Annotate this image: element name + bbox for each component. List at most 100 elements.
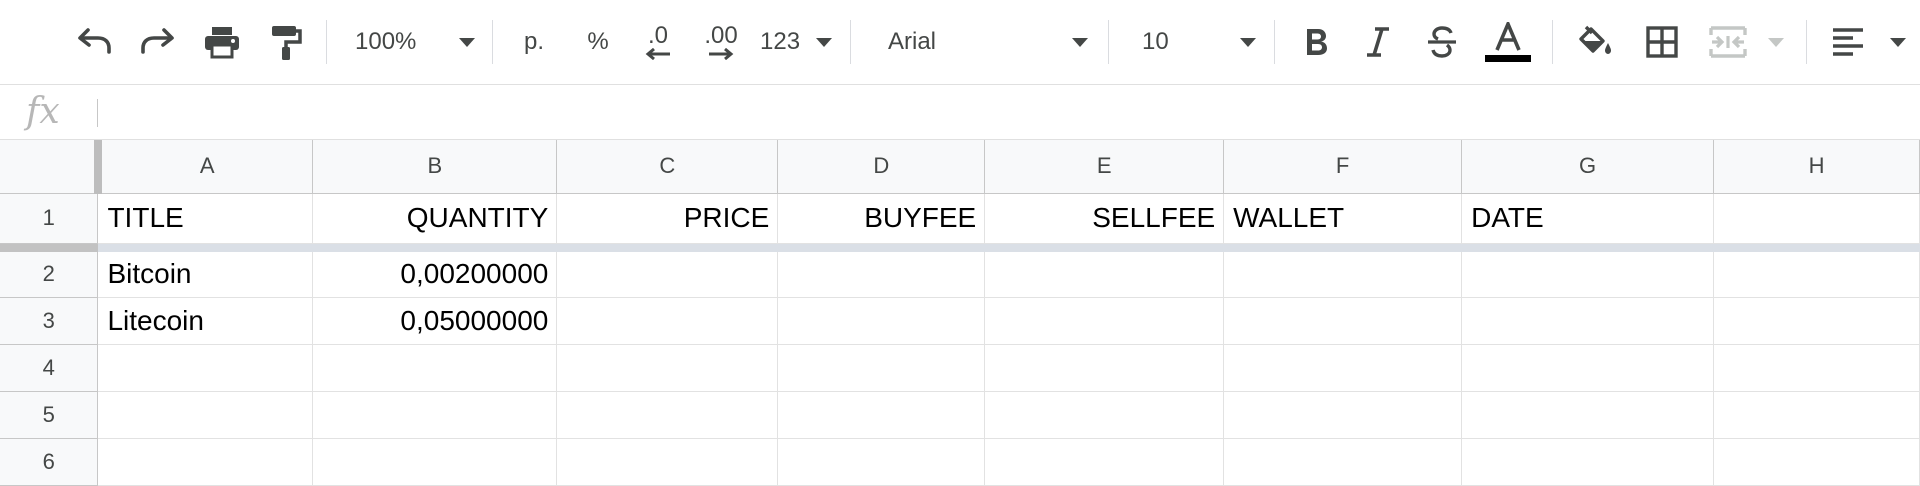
cell[interactable] — [312, 391, 558, 439]
cell[interactable] — [1461, 252, 1715, 298]
currency-format-button[interactable]: p. — [518, 22, 550, 62]
row-header[interactable]: 3 — [0, 297, 99, 345]
chevron-down-icon — [1768, 37, 1784, 47]
row-header[interactable]: 2 — [0, 252, 99, 298]
column-header-f[interactable]: F — [1223, 140, 1463, 194]
column-header-h[interactable]: H — [1713, 140, 1920, 194]
formula-input[interactable] — [112, 93, 1910, 133]
row-header[interactable]: 5 — [0, 391, 99, 439]
paint-format-button[interactable] — [264, 22, 308, 62]
italic-icon — [1367, 27, 1389, 57]
decrease-decimals-button[interactable]: .0 — [636, 22, 680, 62]
row-header[interactable]: 6 — [0, 438, 99, 486]
cell[interactable] — [1223, 297, 1463, 345]
cell[interactable] — [984, 297, 1225, 345]
percent-format-button[interactable]: % — [582, 22, 614, 62]
horizontal-align-button[interactable] — [1830, 22, 1906, 62]
cell[interactable] — [312, 344, 558, 392]
cell[interactable] — [97, 344, 314, 392]
cell[interactable]: DATE — [1461, 193, 1715, 244]
cell[interactable] — [777, 344, 986, 392]
cell[interactable] — [556, 391, 779, 439]
cell[interactable] — [777, 438, 986, 486]
cell[interactable] — [984, 391, 1225, 439]
strikethrough-button[interactable] — [1422, 22, 1462, 62]
cell[interactable]: BUYFEE — [777, 193, 986, 244]
cell[interactable] — [1461, 438, 1715, 486]
print-button[interactable] — [200, 22, 244, 62]
cell[interactable] — [1461, 391, 1715, 439]
borders-button[interactable] — [1640, 22, 1684, 62]
cell[interactable] — [556, 344, 779, 392]
sheet-table: A B C D E F G H 1 TITLE QUANTITY PRICE B… — [0, 140, 1920, 486]
cell[interactable] — [1713, 297, 1920, 345]
fill-color-button[interactable] — [1572, 22, 1618, 62]
cell[interactable]: QUANTITY — [312, 193, 558, 244]
cell[interactable] — [312, 438, 558, 486]
font-size-select[interactable]: 10 — [1142, 22, 1256, 62]
borders-icon — [1646, 26, 1678, 58]
cell[interactable] — [1713, 193, 1920, 244]
italic-button[interactable] — [1358, 22, 1398, 62]
cell[interactable] — [984, 344, 1225, 392]
frozen-row-divider[interactable] — [0, 243, 1920, 252]
align-left-icon — [1833, 28, 1863, 56]
cell[interactable]: Bitcoin — [97, 252, 314, 298]
column-header-g[interactable]: G — [1461, 140, 1715, 194]
row-header[interactable]: 4 — [0, 344, 99, 392]
increase-decimals-button[interactable]: .00 — [698, 22, 744, 62]
cell[interactable] — [97, 438, 314, 486]
cell[interactable]: Litecoin — [97, 297, 314, 345]
column-header-c[interactable]: C — [556, 140, 779, 194]
column-header-e[interactable]: E — [984, 140, 1225, 194]
cell[interactable] — [556, 252, 779, 298]
bold-button[interactable] — [1296, 22, 1336, 62]
formula-divider — [97, 99, 98, 127]
more-formats-select[interactable]: 123 — [760, 22, 832, 62]
column-header-b[interactable]: B — [312, 140, 558, 194]
cell[interactable] — [1223, 391, 1463, 439]
cell[interactable] — [1713, 252, 1920, 298]
cell[interactable]: WALLET — [1223, 193, 1463, 244]
cell[interactable] — [1713, 438, 1920, 486]
cell[interactable] — [97, 391, 314, 439]
cell[interactable] — [556, 438, 779, 486]
text-color-button[interactable] — [1484, 22, 1532, 62]
strikethrough-icon — [1428, 26, 1456, 58]
column-header-a[interactable]: A — [97, 140, 314, 194]
cell[interactable] — [556, 297, 779, 345]
cell[interactable] — [1713, 344, 1920, 392]
cell[interactable] — [984, 438, 1225, 486]
chevron-down-icon — [1240, 37, 1256, 47]
cell[interactable] — [1713, 391, 1920, 439]
cell[interactable] — [1223, 438, 1463, 486]
chevron-down-icon — [1072, 37, 1088, 47]
cell[interactable] — [1223, 252, 1463, 298]
cell[interactable] — [1461, 344, 1715, 392]
text-color-swatch — [1485, 55, 1531, 62]
cell[interactable] — [777, 391, 986, 439]
cell[interactable]: PRICE — [556, 193, 779, 244]
column-header-d[interactable]: D — [777, 140, 986, 194]
zoom-select[interactable]: 100% — [355, 22, 475, 62]
cell[interactable] — [777, 297, 986, 345]
font-family-select[interactable]: Arial — [888, 22, 1088, 62]
cell[interactable]: 0,05000000 — [312, 297, 558, 345]
cell[interactable] — [777, 252, 986, 298]
table-row: 6 — [0, 438, 1920, 486]
chevron-down-icon — [1890, 37, 1906, 47]
select-all-corner[interactable] — [0, 140, 102, 194]
row-header[interactable]: 1 — [0, 193, 99, 244]
arrow-left-icon — [645, 48, 670, 60]
cell[interactable] — [984, 252, 1225, 298]
cell[interactable] — [1461, 297, 1715, 345]
fx-icon: fx — [26, 91, 60, 132]
cell[interactable]: TITLE — [97, 193, 314, 244]
cell[interactable]: SELLFEE — [984, 193, 1225, 244]
merge-cells-button[interactable] — [1708, 22, 1784, 62]
undo-button[interactable] — [72, 22, 116, 62]
cell[interactable]: 0,00200000 — [312, 252, 558, 298]
redo-button[interactable] — [136, 22, 180, 62]
cell[interactable] — [1223, 344, 1463, 392]
table-row: 4 — [0, 344, 1920, 392]
